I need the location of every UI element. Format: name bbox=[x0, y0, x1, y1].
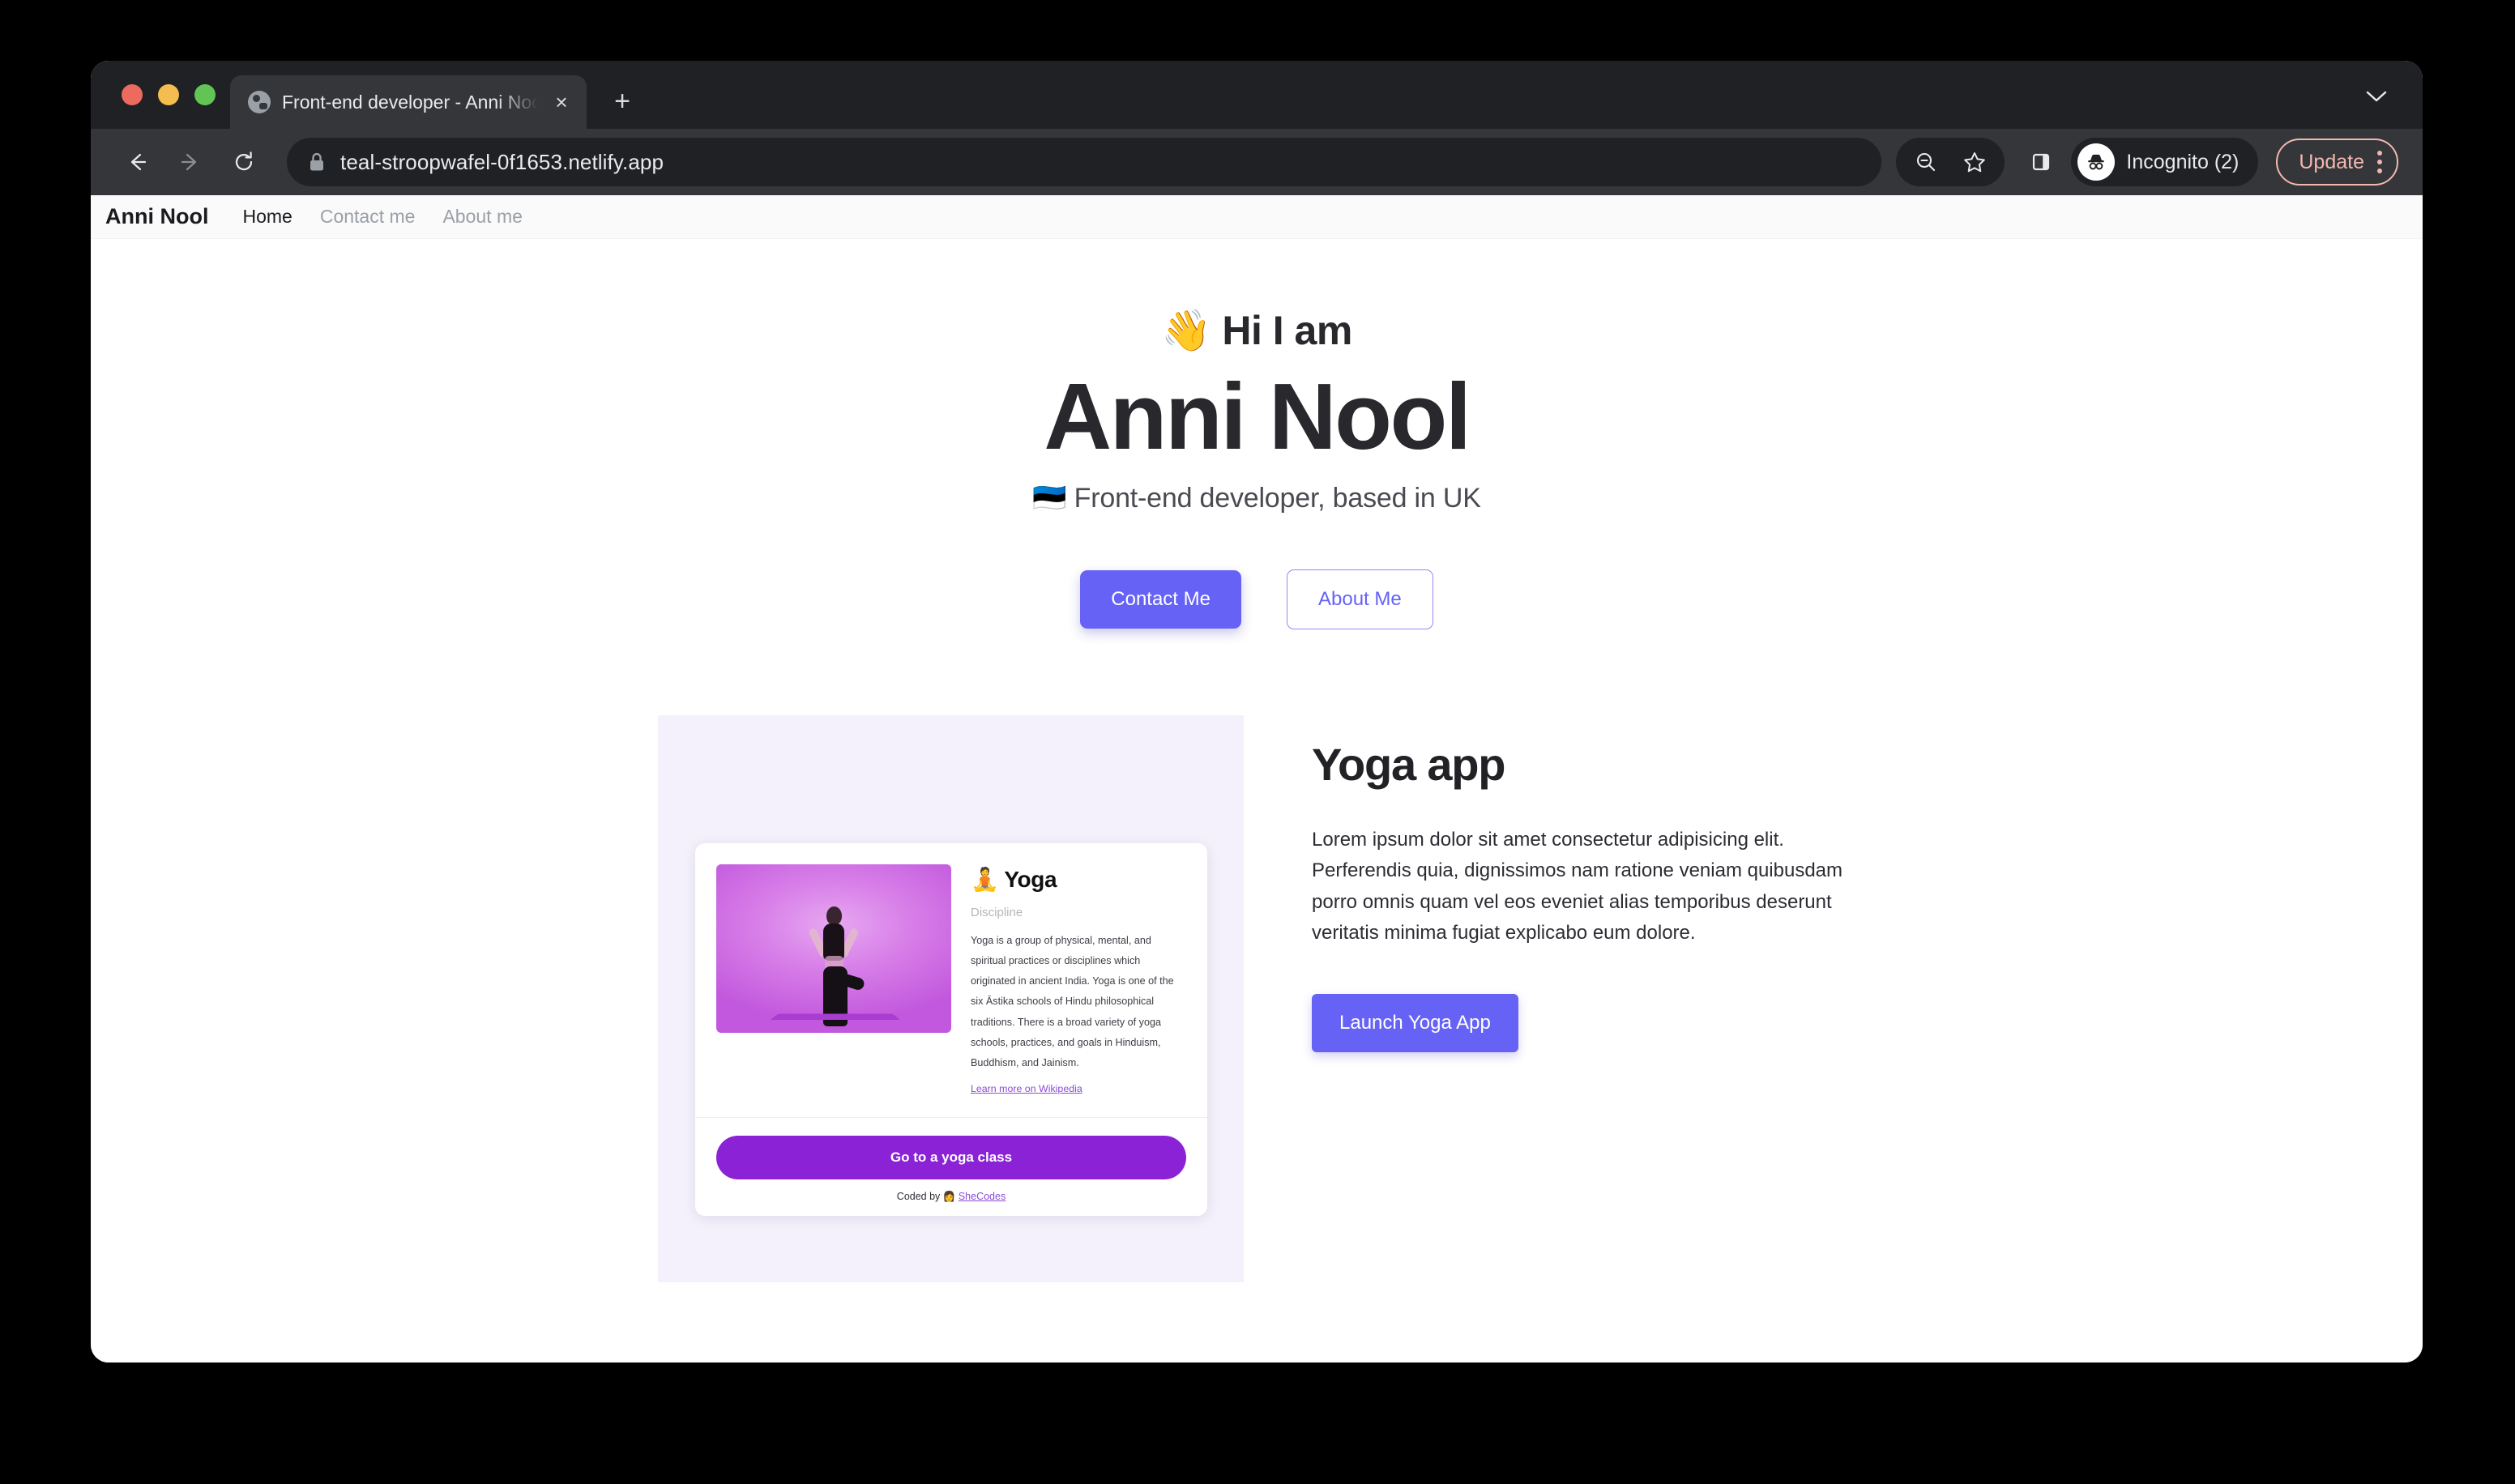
page-viewport: Anni Nool Home Contact me About me 👋 Hi … bbox=[91, 195, 2423, 1362]
close-window-button[interactable] bbox=[122, 84, 143, 105]
contact-me-button[interactable]: Contact Me bbox=[1080, 569, 1241, 629]
toolbar-right-actions: Incognito (2) Update bbox=[1896, 138, 2398, 186]
nav-link-contact-me[interactable]: Contact me bbox=[320, 206, 416, 228]
back-button[interactable] bbox=[113, 139, 160, 186]
project-preview-panel: 🧘 Yoga Discipline Yoga is a group of phy… bbox=[658, 714, 1244, 1282]
shecodes-link[interactable]: SheCodes bbox=[959, 1191, 1006, 1202]
omnibox-actions-group bbox=[1896, 138, 2005, 186]
hero-subtitle: 🇪🇪 Front-end developer, based in UK bbox=[1032, 482, 1481, 514]
yoga-app-preview-card: 🧘 Yoga Discipline Yoga is a group of phy… bbox=[695, 842, 1207, 1217]
project-title: Yoga app bbox=[1312, 738, 1505, 790]
site-navbar: Anni Nool Home Contact me About me bbox=[91, 195, 2423, 239]
yoga-preview-subtitle: Discipline bbox=[971, 905, 1023, 919]
side-panel-icon[interactable] bbox=[2019, 140, 2063, 184]
launch-yoga-app-button[interactable]: Launch Yoga App bbox=[1312, 994, 1518, 1053]
incognito-label: Incognito (2) bbox=[2126, 150, 2240, 173]
new-tab-button[interactable]: + bbox=[604, 83, 640, 119]
yoga-preview-title: 🧘 Yoga bbox=[971, 866, 1057, 892]
hero-greeting: 👋 Hi I am bbox=[1161, 308, 1352, 353]
nav-link-home[interactable]: Home bbox=[242, 206, 292, 228]
hero-name: Anni Nool bbox=[1044, 364, 1471, 469]
globe-icon bbox=[248, 91, 271, 113]
reload-button[interactable] bbox=[220, 139, 267, 186]
window-traffic-lights bbox=[91, 61, 230, 129]
star-icon[interactable] bbox=[1953, 140, 1996, 184]
coded-by-prefix: Coded by 👩 bbox=[896, 1191, 959, 1203]
address-bar[interactable]: teal-stroopwafel-0f1653.netlify.app bbox=[287, 138, 1882, 186]
browser-tab-strip: Front-end developer - Anni Noo × + bbox=[91, 61, 2423, 129]
project-paragraph: Lorem ipsum dolor sit amet consectetur a… bbox=[1312, 828, 1843, 945]
browser-toolbar: teal-stroopwafel-0f1653.netlify.app Inco… bbox=[91, 129, 2423, 195]
incognito-hat-icon bbox=[2077, 143, 2116, 181]
minimize-window-button[interactable] bbox=[158, 84, 179, 105]
about-me-button[interactable]: About Me bbox=[1286, 569, 1433, 629]
figure-torso bbox=[823, 923, 844, 961]
forward-button[interactable] bbox=[167, 139, 214, 186]
browser-window: Front-end developer - Anni Noo × + teal-… bbox=[91, 61, 2423, 1362]
lock-icon bbox=[308, 151, 326, 173]
yoga-card-body: 🧘 Yoga Discipline Yoga is a group of phy… bbox=[695, 843, 1207, 1117]
woman-in-tree-pose-photo bbox=[716, 864, 951, 1033]
site-brand[interactable]: Anni Nool bbox=[105, 204, 208, 229]
update-label: Update bbox=[2299, 150, 2364, 173]
yoga-preview-description: Yoga is a group of physical, mental, and… bbox=[971, 934, 1174, 1068]
hero-button-group: Contact Me About Me bbox=[91, 569, 2423, 629]
yoga-card-footer: Go to a yoga class Coded by 👩 SheCodes bbox=[695, 1117, 1207, 1216]
address-bar-url: teal-stroopwafel-0f1653.netlify.app bbox=[340, 149, 664, 174]
project-info-column: Yoga app Lorem ipsum dolor sit amet cons… bbox=[1244, 715, 1860, 1053]
zoom-out-magnifier-icon[interactable] bbox=[1904, 140, 1948, 184]
wikipedia-link[interactable]: Learn more on Wikipedia bbox=[971, 1083, 1082, 1094]
figure-head bbox=[826, 906, 842, 925]
go-to-yoga-class-button[interactable]: Go to a yoga class bbox=[716, 1136, 1186, 1180]
chevron-down-icon[interactable] bbox=[2366, 87, 2387, 108]
incognito-profile-chip[interactable]: Incognito (2) bbox=[2071, 138, 2259, 186]
update-button[interactable]: Update bbox=[2276, 139, 2398, 186]
browser-tab[interactable]: Front-end developer - Anni Noo × bbox=[230, 75, 587, 129]
project-section: 🧘 Yoga Discipline Yoga is a group of phy… bbox=[91, 714, 2423, 1282]
coded-by-credit: Coded by 👩 SheCodes bbox=[716, 1191, 1186, 1203]
nav-link-about-me[interactable]: About me bbox=[442, 206, 522, 228]
maximize-window-button[interactable] bbox=[194, 84, 216, 105]
close-icon[interactable]: × bbox=[549, 92, 574, 113]
hero-section: 👋 Hi I am Anni Nool 🇪🇪 Front-end develop… bbox=[91, 239, 2423, 629]
tab-title: Front-end developer - Anni Noo bbox=[282, 91, 538, 113]
yoga-mat bbox=[770, 1013, 901, 1020]
kebab-menu-icon[interactable] bbox=[2377, 151, 2382, 173]
yoga-info-column: 🧘 Yoga Discipline Yoga is a group of phy… bbox=[971, 864, 1185, 1096]
